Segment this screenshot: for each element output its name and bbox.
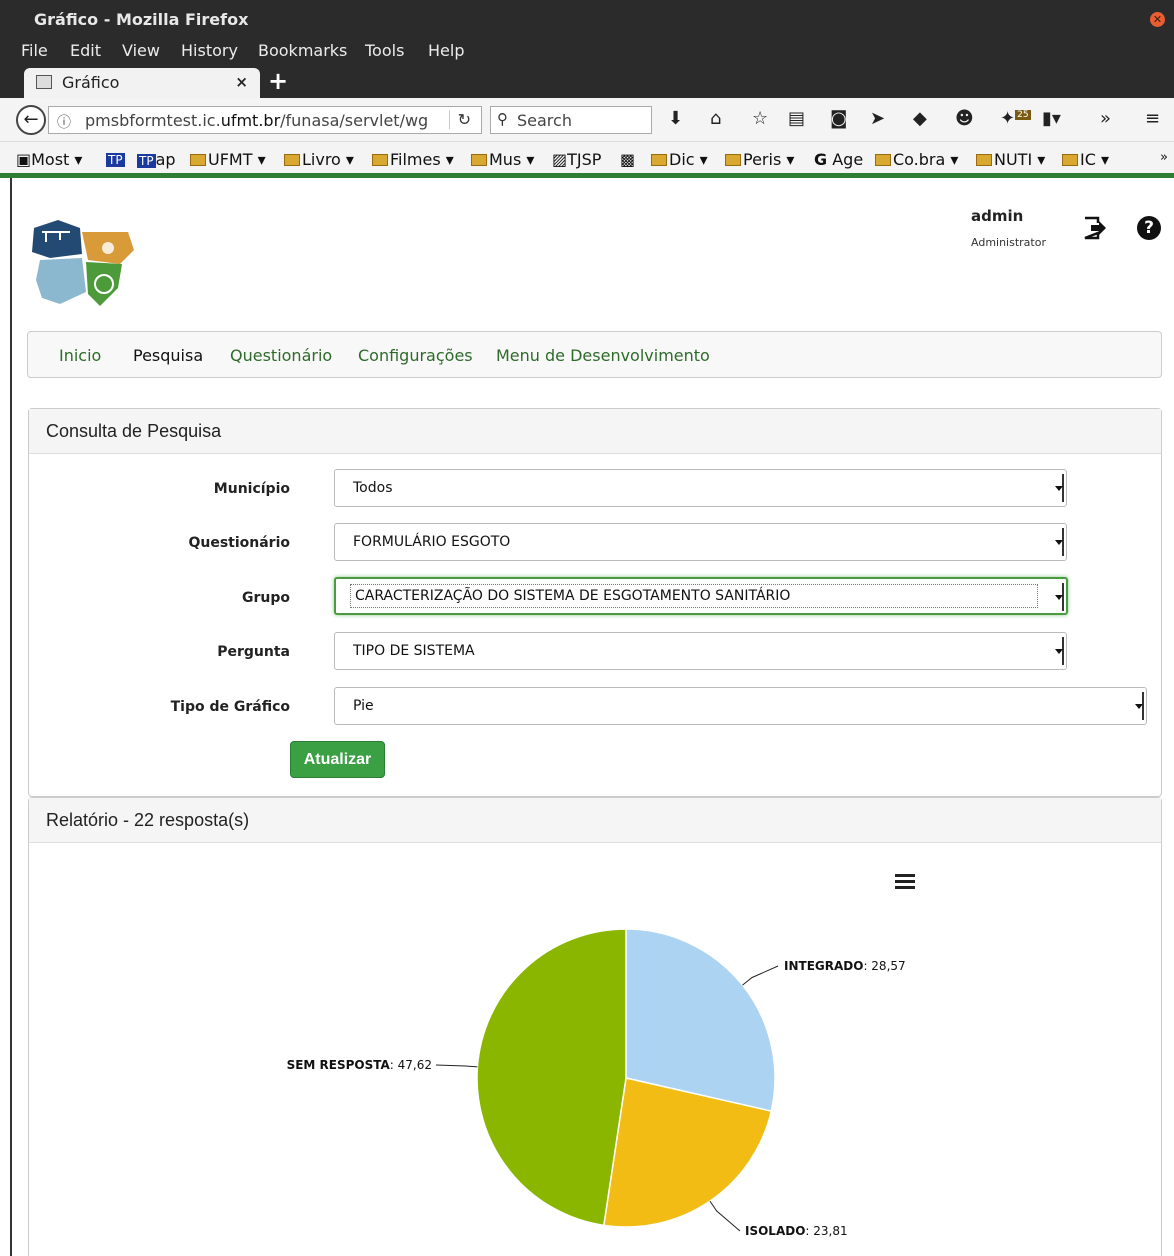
pie-chart: INTEGRADO: 28,57 ISOLADO: 23,81 SEM RESPOS… [287, 928, 906, 1238]
pie-label: ISOLADO: 23,81 [745, 1224, 848, 1238]
pie-slices [476, 928, 776, 1228]
pie-connector [435, 1064, 478, 1068]
pie-label: INTEGRADO: 28,57 [784, 959, 906, 973]
pie-connector [742, 965, 779, 986]
pie-label: SEM RESPOSTA: 47,62 [287, 1058, 432, 1072]
pie-connector [709, 1200, 741, 1232]
pie-slice-sem-resposta[interactable] [476, 928, 627, 1227]
